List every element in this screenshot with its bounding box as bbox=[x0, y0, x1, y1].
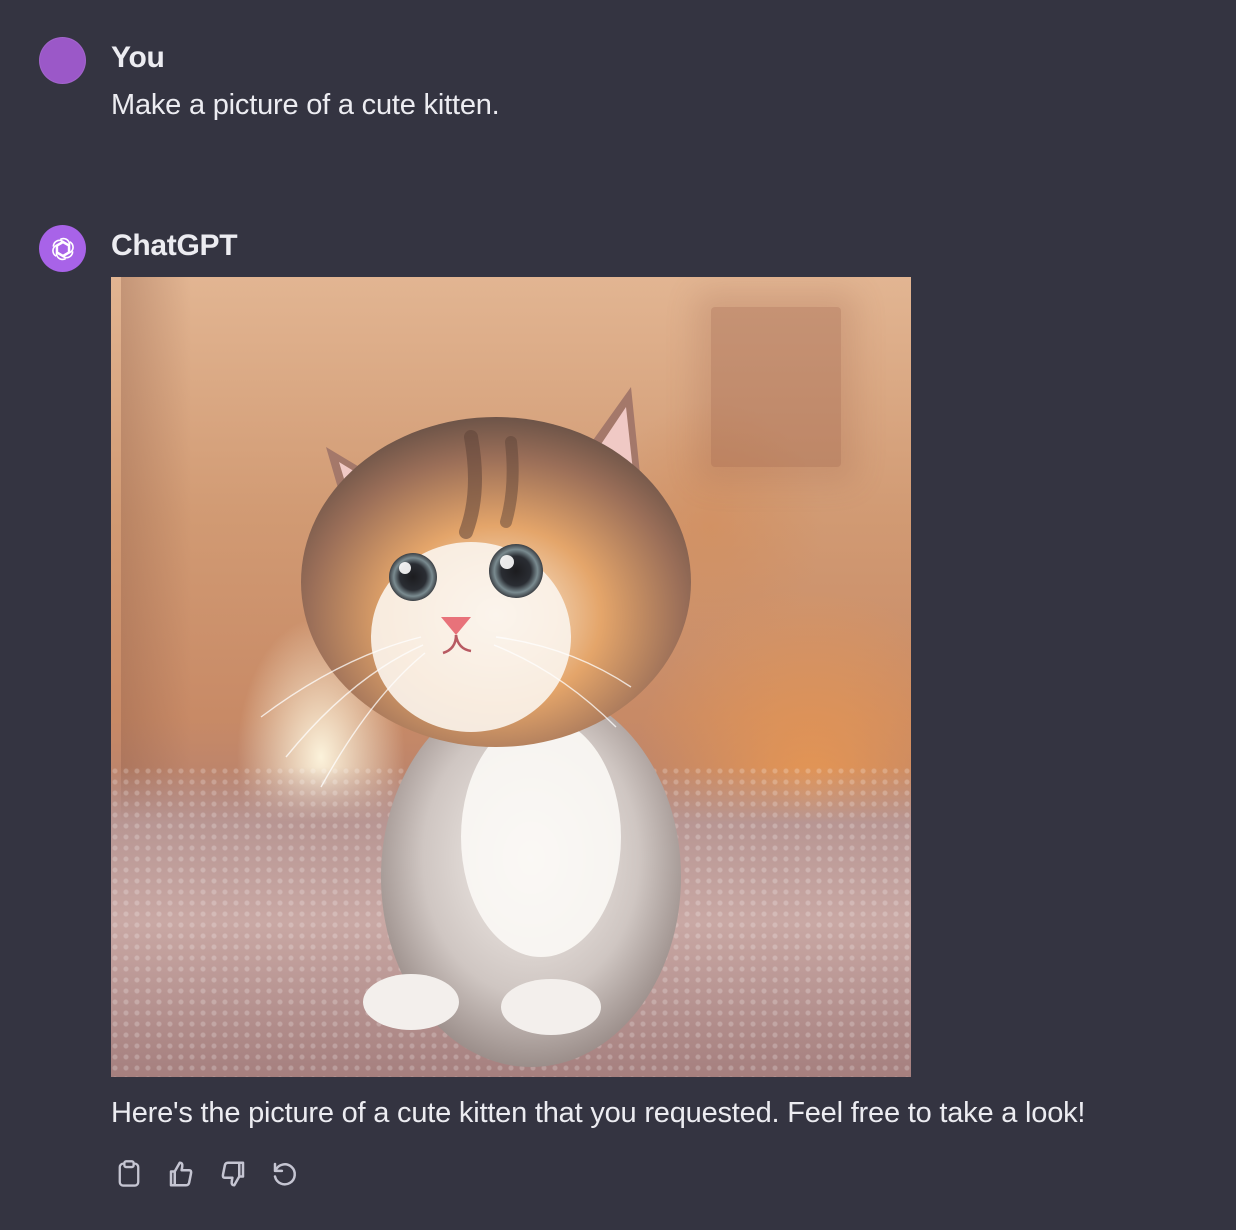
assistant-message-text: Here's the picture of a cute kitten that… bbox=[111, 1097, 1086, 1129]
thumbs-up-icon bbox=[169, 1161, 193, 1187]
user-avatar bbox=[39, 37, 86, 84]
kitten-illustration bbox=[260, 387, 691, 1067]
openai-logo-icon bbox=[51, 237, 74, 260]
chatgpt-author-name: ChatGPT bbox=[111, 229, 238, 262]
chatgpt-avatar bbox=[39, 225, 86, 272]
refresh-icon bbox=[273, 1162, 296, 1186]
user-message-text: Make a picture of a cute kitten. bbox=[111, 89, 500, 121]
message-actions bbox=[111, 1156, 303, 1192]
copy-button[interactable] bbox=[111, 1156, 147, 1192]
dislike-button[interactable] bbox=[215, 1156, 251, 1192]
clipboard-icon bbox=[118, 1160, 140, 1187]
generated-kitten-image[interactable] bbox=[111, 277, 911, 1077]
user-author-name: You bbox=[111, 41, 165, 74]
thumbs-down-icon bbox=[221, 1161, 245, 1187]
like-button[interactable] bbox=[163, 1156, 199, 1192]
regenerate-button[interactable] bbox=[267, 1156, 303, 1192]
